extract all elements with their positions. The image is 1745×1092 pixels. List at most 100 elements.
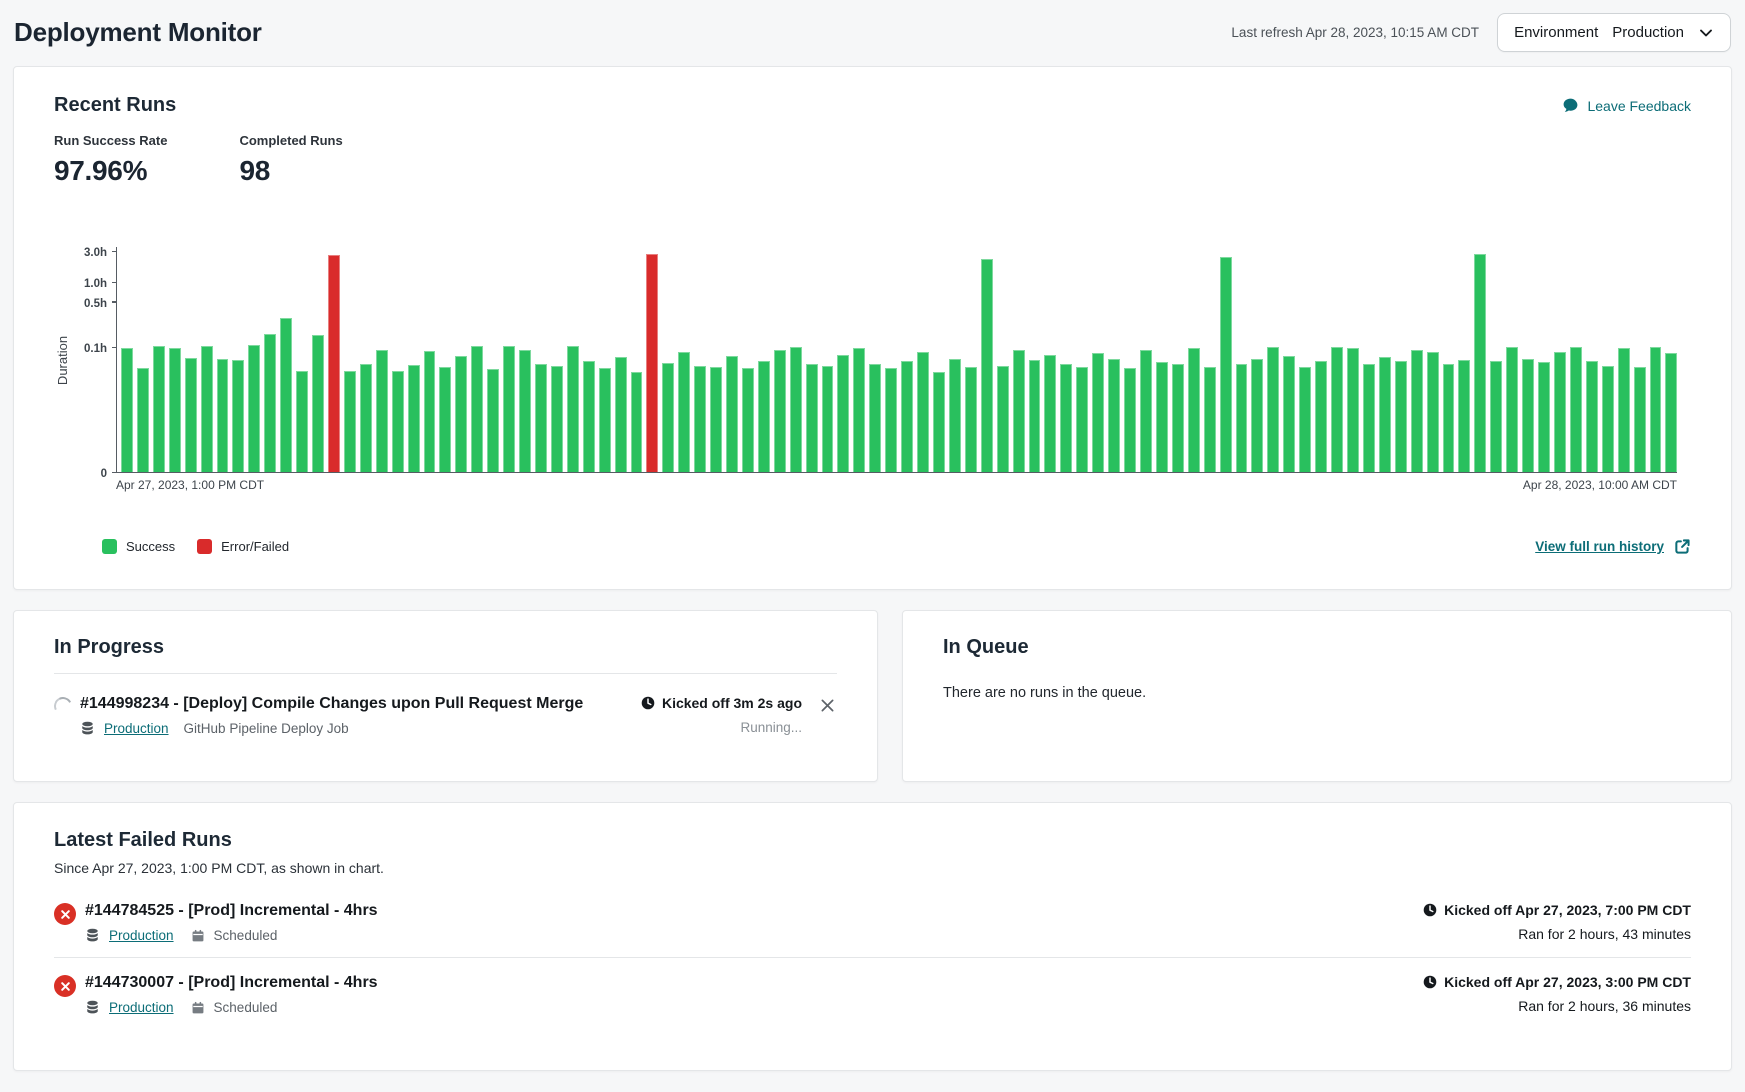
close-icon[interactable] — [818, 696, 837, 718]
environment-link[interactable]: Production — [109, 1000, 174, 1015]
chart-bar-success[interactable] — [822, 366, 834, 473]
chart-bar-success[interactable] — [503, 346, 515, 472]
chart-bar-success[interactable] — [1236, 364, 1248, 472]
chart-bar-success[interactable] — [169, 348, 181, 472]
chart-bar-success[interactable] — [296, 371, 308, 472]
chart-bar-success[interactable] — [1251, 359, 1263, 472]
chart-bar-success[interactable] — [439, 367, 451, 472]
chart-bar-success[interactable] — [710, 367, 722, 472]
chart-bar-success[interactable] — [917, 352, 929, 472]
chart-bar-success[interactable] — [885, 368, 897, 472]
chart-bar-success[interactable] — [662, 363, 674, 472]
chart-bar-success[interactable] — [376, 350, 388, 472]
chart-bar-success[interactable] — [392, 371, 404, 472]
chart-bar-success[interactable] — [965, 367, 977, 472]
chart-bar-success[interactable] — [455, 356, 467, 473]
chart-bar-success[interactable] — [726, 356, 738, 472]
chart-bar-success[interactable] — [678, 352, 690, 472]
chart-bar-success[interactable] — [615, 357, 627, 472]
chart-bar-success[interactable] — [694, 366, 706, 473]
chart-bar-success[interactable] — [790, 347, 802, 472]
view-full-run-history-link[interactable]: View full run history — [1535, 538, 1691, 555]
chart-bar-success[interactable] — [232, 360, 244, 472]
environment-dropdown[interactable]: Environment Production — [1497, 13, 1731, 52]
chart-bar-success[interactable] — [312, 335, 324, 472]
chart-bar-success[interactable] — [1522, 359, 1534, 472]
chart-bar-success[interactable] — [1634, 367, 1646, 472]
chart-bar-success[interactable] — [1092, 353, 1104, 472]
chart-bar-success[interactable] — [1204, 367, 1216, 472]
chart-bar-success[interactable] — [137, 368, 149, 472]
chart-bar-success[interactable] — [583, 361, 595, 473]
chart-bar-success[interactable] — [424, 351, 436, 472]
chart-bar-success[interactable] — [1108, 359, 1120, 472]
chart-bar-success[interactable] — [1060, 364, 1072, 472]
chart-bar-success[interactable] — [1283, 356, 1295, 472]
chart-bar-success[interactable] — [1618, 348, 1630, 472]
chart-bar-success[interactable] — [1124, 368, 1136, 472]
chart-bar-success[interactable] — [997, 366, 1009, 473]
chart-bar-success[interactable] — [806, 364, 818, 472]
chart-bar-success[interactable] — [1490, 361, 1502, 472]
chart-bar-success[interactable] — [1347, 348, 1359, 472]
chart-bar-success[interactable] — [185, 358, 197, 472]
chart-bar-success[interactable] — [360, 364, 372, 472]
chart-bar-success[interactable] — [1538, 362, 1550, 472]
chart-bar-success[interactable] — [1172, 364, 1184, 472]
chart-bar-failed[interactable] — [328, 255, 340, 472]
chart-bar-success[interactable] — [264, 334, 276, 472]
chart-bar-success[interactable] — [758, 361, 770, 472]
chart-bar-success[interactable] — [535, 364, 547, 472]
chart-bar-success[interactable] — [1554, 352, 1566, 472]
chart-bar-success[interactable] — [1220, 257, 1232, 472]
chart-bar-success[interactable] — [217, 359, 229, 472]
chart-bar-success[interactable] — [1331, 347, 1343, 472]
chart-bar-success[interactable] — [153, 346, 165, 472]
chart-bar-success[interactable] — [1586, 361, 1598, 473]
chart-bar-success[interactable] — [1427, 352, 1439, 472]
chart-bar-success[interactable] — [1443, 364, 1455, 472]
chart-bar-success[interactable] — [1013, 350, 1025, 472]
chart-bar-failed[interactable] — [646, 254, 658, 472]
chart-bar-success[interactable] — [408, 365, 420, 472]
environment-link[interactable]: Production — [104, 721, 169, 736]
chart-bar-success[interactable] — [774, 350, 786, 472]
chart-bar-success[interactable] — [471, 346, 483, 472]
chart-bar-success[interactable] — [1411, 350, 1423, 472]
chart-bar-success[interactable] — [1076, 367, 1088, 472]
chart-bar-success[interactable] — [1474, 254, 1486, 472]
chart-bar-success[interactable] — [869, 364, 881, 472]
chart-bar-success[interactable] — [599, 368, 611, 472]
chart-bar-success[interactable] — [1363, 364, 1375, 472]
chart-bar-success[interactable] — [1029, 360, 1041, 472]
chart-bar-success[interactable] — [853, 348, 865, 472]
chart-bar-success[interactable] — [487, 369, 499, 472]
chart-bar-success[interactable] — [1506, 347, 1518, 472]
chart-bar-success[interactable] — [551, 366, 563, 472]
chart-bar-success[interactable] — [1156, 362, 1168, 472]
chart-bar-success[interactable] — [1299, 367, 1311, 472]
chart-bar-success[interactable] — [201, 346, 213, 472]
chart-bar-success[interactable] — [1570, 347, 1582, 472]
chart-bar-success[interactable] — [1395, 361, 1407, 472]
chart-bar-success[interactable] — [121, 348, 133, 472]
chart-bar-success[interactable] — [901, 361, 913, 473]
chart-bar-success[interactable] — [280, 318, 292, 472]
chart-bar-success[interactable] — [1458, 360, 1470, 472]
chart-bar-success[interactable] — [567, 346, 579, 472]
chart-bar-success[interactable] — [1315, 361, 1327, 473]
chart-bar-success[interactable] — [1140, 350, 1152, 472]
chart-bar-success[interactable] — [631, 372, 643, 473]
chart-bar-success[interactable] — [519, 350, 531, 472]
chart-bar-success[interactable] — [1602, 366, 1614, 473]
chart-bar-success[interactable] — [344, 371, 356, 472]
leave-feedback-link[interactable]: Leave Feedback — [1562, 97, 1691, 114]
chart-bar-success[interactable] — [1665, 353, 1677, 472]
chart-bar-success[interactable] — [1650, 347, 1662, 472]
chart-bar-success[interactable] — [742, 368, 754, 472]
chart-bar-success[interactable] — [981, 259, 993, 473]
chart-bar-success[interactable] — [949, 359, 961, 472]
chart-bar-success[interactable] — [1379, 357, 1391, 472]
chart-bar-success[interactable] — [837, 355, 849, 472]
chart-bar-success[interactable] — [1044, 355, 1056, 472]
